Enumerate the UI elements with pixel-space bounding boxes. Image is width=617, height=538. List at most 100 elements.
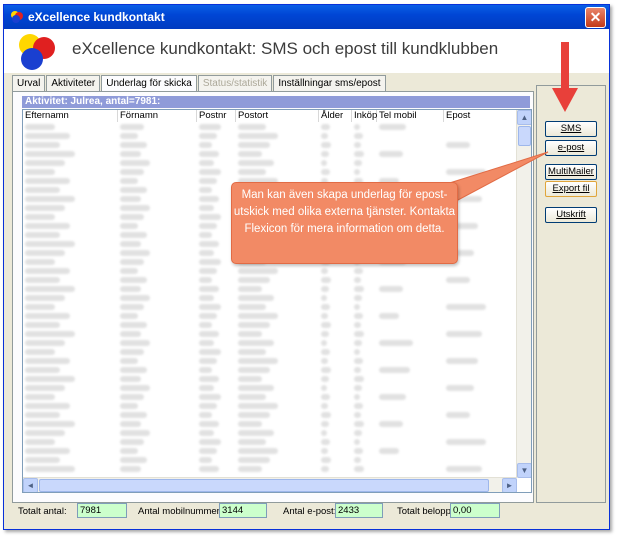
column-header[interactable]: Epost (444, 110, 519, 122)
data-grid[interactable]: Efternamn Förnamn Postnr Postort Ålder I… (22, 109, 532, 493)
obscured-cell (199, 169, 221, 175)
obscured-cell (238, 286, 262, 292)
obscured-cell (120, 340, 150, 346)
obscured-cell (321, 322, 331, 328)
close-button[interactable]: ✕ (585, 7, 606, 28)
app-window: eXcellence kundkontakt ✕ eXcellence kund… (3, 4, 610, 530)
obscured-cell (354, 358, 363, 364)
obscured-cell (354, 169, 360, 175)
obscured-cell (321, 349, 330, 355)
obscured-cell (199, 133, 217, 139)
obscured-cell (120, 313, 138, 319)
app-logo (19, 34, 55, 70)
column-header[interactable]: Ålder (319, 110, 352, 122)
obscured-cell (321, 286, 329, 292)
scroll-down-icon[interactable]: ▼ (517, 463, 531, 478)
obscured-cell (446, 277, 470, 283)
obscured-cell (120, 178, 138, 184)
obscured-cell (321, 313, 328, 319)
obscured-cell (321, 151, 329, 157)
obscured-cell (120, 412, 147, 418)
column-header[interactable]: Efternamn (23, 110, 118, 122)
column-header[interactable]: Postnr (197, 110, 236, 122)
obscured-cell (25, 331, 75, 337)
obscured-cell (25, 196, 75, 202)
obscured-cell (199, 205, 214, 211)
column-header[interactable]: Inköp (352, 110, 377, 122)
obscured-cell (321, 403, 328, 409)
obscured-cell (199, 448, 217, 454)
obscured-cell (25, 439, 55, 445)
obscured-cell (238, 358, 278, 364)
obscured-cell (238, 169, 266, 175)
obscured-cell (379, 286, 403, 292)
sms-button[interactable]: SMS (545, 121, 597, 137)
vertical-scrollbar[interactable]: ▲ ▼ (516, 110, 531, 478)
obscured-cell (238, 277, 270, 283)
column-header[interactable]: Tel mobil (377, 110, 444, 122)
obscured-cell (120, 385, 150, 391)
obscured-cell (238, 403, 278, 409)
obscured-cell (238, 457, 270, 463)
obscured-cell (321, 466, 329, 472)
obscured-cell (321, 331, 329, 337)
scroll-left-icon[interactable]: ◄ (23, 478, 38, 492)
obscured-cell (120, 430, 150, 436)
obscured-cell (238, 349, 266, 355)
obscured-cell (120, 268, 138, 274)
obscured-cell (120, 187, 147, 193)
obscured-cell (446, 439, 486, 445)
obscured-cell (25, 187, 60, 193)
obscured-cell (120, 223, 138, 229)
obscured-cell (25, 421, 75, 427)
total-amount-label: Totalt belopp: (397, 506, 454, 517)
obscured-cell (199, 376, 219, 382)
email-count-label: Antal e-post: (283, 506, 337, 517)
obscured-cell (354, 142, 361, 148)
print-button[interactable]: Utskrift (545, 207, 597, 223)
tab-urval[interactable]: Urval (12, 75, 46, 91)
column-header[interactable]: Förnamn (118, 110, 197, 122)
scroll-up-icon[interactable]: ▲ (517, 110, 531, 125)
scroll-thumb-horizontal[interactable] (39, 479, 489, 492)
obscured-cell (354, 268, 363, 274)
obscured-cell (354, 304, 360, 310)
obscured-cell (120, 160, 150, 166)
tab-installningar[interactable]: Inställningar sms/epost (273, 75, 386, 91)
scroll-right-icon[interactable]: ► (502, 478, 517, 492)
obscured-cell (25, 367, 60, 373)
obscured-cell (238, 160, 274, 166)
obscured-cell (446, 358, 478, 364)
obscured-cell (321, 124, 330, 130)
obscured-cell (354, 313, 363, 319)
obscured-cell (199, 322, 212, 328)
epost-button[interactable]: e-post (545, 140, 597, 156)
tab-underlag[interactable]: Underlag för skicka (101, 75, 197, 92)
tab-status[interactable]: Status/statistik (197, 75, 273, 91)
obscured-cell (120, 205, 150, 211)
obscured-cell (25, 268, 70, 274)
mobile-count-label: Antal mobilnummer: (138, 506, 223, 517)
obscured-cell (25, 403, 70, 409)
obscured-cell (446, 412, 470, 418)
multimailer-button[interactable]: MultiMailer (545, 164, 597, 180)
obscured-cell (120, 214, 144, 220)
scroll-thumb[interactable] (518, 126, 531, 146)
obscured-cell (354, 403, 363, 409)
obscured-cell (199, 124, 221, 130)
export-file-button[interactable]: Export fil (545, 181, 597, 197)
horizontal-scrollbar[interactable]: ◄ ► (23, 477, 517, 492)
obscured-cell (354, 466, 364, 472)
obscured-cell (120, 142, 147, 148)
obscured-cell (25, 322, 60, 328)
column-header[interactable]: Postort (236, 110, 319, 122)
tab-aktiviteter[interactable]: Aktiviteter (46, 75, 101, 91)
obscured-cell (354, 457, 361, 463)
obscured-cell (238, 448, 278, 454)
obscured-cell (199, 304, 221, 310)
obscured-cell (321, 358, 328, 364)
obscured-cell (199, 331, 219, 337)
obscured-cell (379, 448, 399, 454)
obscured-cell (25, 160, 65, 166)
obscured-cell (321, 160, 327, 166)
